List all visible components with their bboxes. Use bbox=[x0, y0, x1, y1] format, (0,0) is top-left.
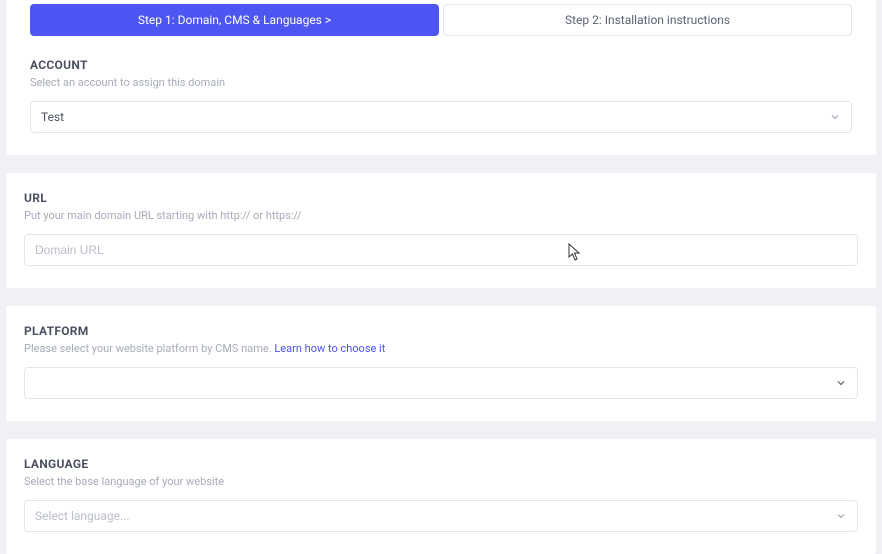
url-input[interactable] bbox=[35, 243, 825, 257]
account-subtitle: Select an account to assign this domain bbox=[30, 76, 852, 89]
chevron-down-icon bbox=[835, 377, 847, 389]
language-title: LANGUAGE bbox=[24, 457, 858, 471]
account-select[interactable]: Test bbox=[30, 101, 852, 133]
platform-learn-link[interactable]: Learn how to choose it bbox=[274, 342, 385, 355]
platform-subtitle: Please select your website platform by C… bbox=[24, 342, 858, 355]
language-subtitle: Select the base language of your website bbox=[24, 475, 858, 488]
url-subtitle: Put your main domain URL starting with h… bbox=[24, 209, 858, 222]
account-title: ACCOUNT bbox=[30, 58, 852, 72]
platform-subtitle-text: Please select your website platform by C… bbox=[24, 342, 274, 355]
chevron-down-icon bbox=[829, 111, 841, 123]
step-tabs: Step 1: Domain, CMS & Languages > Step 2… bbox=[6, 0, 876, 36]
language-select-placeholder: Select language... bbox=[35, 509, 130, 523]
chevron-down-icon bbox=[835, 510, 847, 522]
account-select-value: Test bbox=[41, 110, 64, 124]
account-section: ACCOUNT Select an account to assign this… bbox=[12, 36, 870, 155]
url-section: URL Put your main domain URL starting wi… bbox=[6, 173, 876, 288]
platform-select[interactable] bbox=[24, 367, 858, 399]
language-section: LANGUAGE Select the base language of you… bbox=[6, 439, 876, 554]
platform-section: PLATFORM Please select your website plat… bbox=[6, 306, 876, 421]
url-title: URL bbox=[24, 191, 858, 205]
tab-step-2[interactable]: Step 2: Installation instructions bbox=[443, 4, 852, 36]
language-select[interactable]: Select language... bbox=[24, 500, 858, 532]
tab-step-1[interactable]: Step 1: Domain, CMS & Languages > bbox=[30, 4, 439, 36]
platform-title: PLATFORM bbox=[24, 324, 858, 338]
url-input-wrap[interactable] bbox=[24, 234, 858, 266]
